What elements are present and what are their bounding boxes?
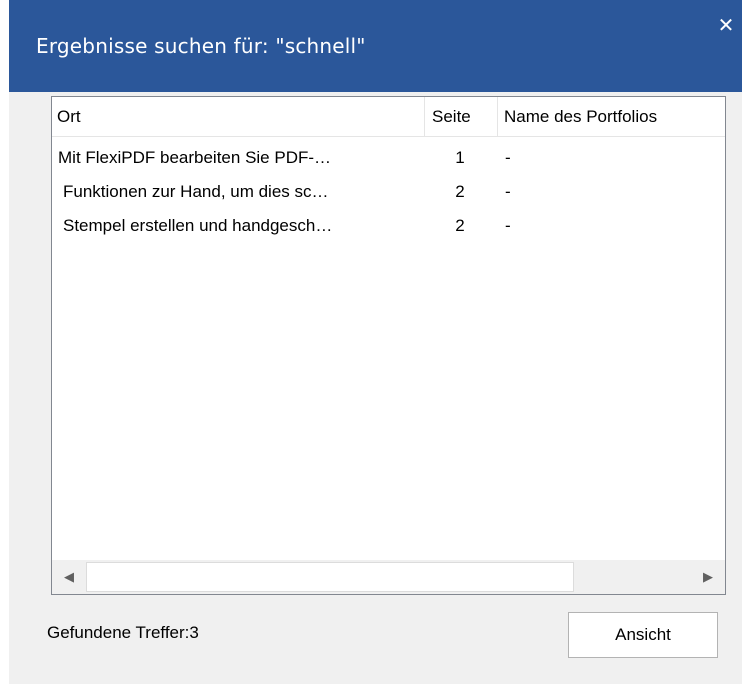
column-header-page[interactable]: Seite [425,97,498,137]
scroll-left-icon[interactable]: ◀ [52,560,86,594]
list-header: Ort Seite Name des Portfolios [52,97,725,137]
view-button[interactable]: Ansicht [568,612,718,658]
result-rows: Mit FlexiPDF bearbeiten Sie PDF-… 1 - Fu… [52,144,725,246]
result-row[interactable]: Mit FlexiPDF bearbeiten Sie PDF-… 1 - [52,144,725,178]
result-location: Funktionen zur Hand, um dies sc… [63,182,329,201]
result-row[interactable]: Stempel erstellen und handgesch… 2 - [52,212,725,246]
horizontal-scrollbar[interactable]: ◀ ▶ [52,559,725,594]
result-row[interactable]: Funktionen zur Hand, um dies sc… 2 - [52,178,725,212]
hit-count-label: Gefundene Treffer:3 [47,623,199,642]
result-location: Stempel erstellen und handgesch… [63,216,333,235]
column-header-location[interactable]: Ort [52,97,425,137]
result-page: 2 [455,216,465,235]
title-bar: Ergebnisse suchen für: "schnell" ✕ [9,0,742,92]
column-header-portfolio-name[interactable]: Name des Portfolios [498,97,725,137]
result-page: 1 [455,148,465,167]
dialog-title: Ergebnisse suchen für: "schnell" [36,34,366,58]
results-list[interactable]: Ort Seite Name des Portfolios Mit FlexiP… [51,96,726,595]
result-page: 2 [455,182,465,201]
scrollbar-thumb[interactable] [86,562,574,592]
search-results-dialog: Ergebnisse suchen für: "schnell" ✕ Ort S… [9,0,742,684]
close-icon[interactable]: ✕ [715,14,737,36]
scroll-right-icon[interactable]: ▶ [691,560,725,594]
result-portfolio: - [505,216,511,235]
result-portfolio: - [505,182,511,201]
result-location: Mit FlexiPDF bearbeiten Sie PDF-… [58,148,332,167]
result-portfolio: - [505,148,511,167]
